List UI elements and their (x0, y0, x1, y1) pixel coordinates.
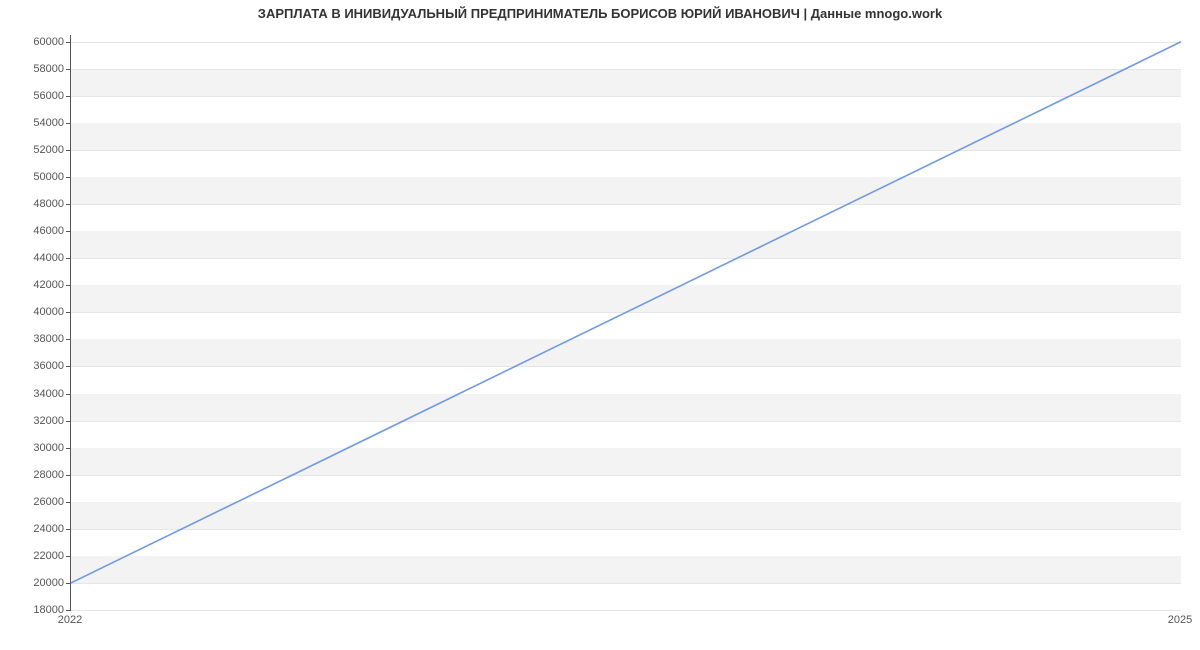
y-tick-label: 38000 (10, 333, 64, 345)
y-tick-label: 42000 (10, 279, 64, 291)
y-tick-label: 54000 (10, 117, 64, 129)
y-tick-mark (66, 502, 70, 503)
y-tick-mark (66, 366, 70, 367)
y-tick-label: 28000 (10, 469, 64, 481)
y-tick-mark (66, 285, 70, 286)
y-tick-mark (66, 421, 70, 422)
y-tick-label: 32000 (10, 415, 64, 427)
y-tick-mark (66, 448, 70, 449)
y-tick-mark (66, 556, 70, 557)
y-tick-mark (66, 177, 70, 178)
y-tick-mark (66, 123, 70, 124)
chart-container: ЗАРПЛАТА В ИНИВИДУАЛЬНЫЙ ПРЕДПРИНИМАТЕЛЬ… (0, 0, 1200, 650)
y-tick-mark (66, 583, 70, 584)
y-tick-label: 52000 (10, 144, 64, 156)
series-line (71, 42, 1181, 583)
data-line (71, 35, 1181, 610)
y-tick-mark (66, 394, 70, 395)
y-tick-label: 44000 (10, 252, 64, 264)
y-tick-label: 22000 (10, 550, 64, 562)
y-tick-mark (66, 204, 70, 205)
y-tick-mark (66, 312, 70, 313)
y-tick-mark (66, 610, 70, 611)
y-tick-mark (66, 150, 70, 151)
x-tick-label: 2022 (58, 614, 82, 626)
y-tick-mark (66, 258, 70, 259)
y-tick-label: 56000 (10, 90, 64, 102)
y-tick-label: 60000 (10, 36, 64, 48)
y-tick-label: 40000 (10, 306, 64, 318)
y-tick-mark (66, 42, 70, 43)
y-tick-label: 26000 (10, 496, 64, 508)
y-tick-mark (66, 69, 70, 70)
x-tick-label: 2025 (1168, 614, 1192, 626)
y-tick-label: 50000 (10, 171, 64, 183)
y-tick-label: 24000 (10, 523, 64, 535)
y-tick-mark (66, 475, 70, 476)
y-tick-mark (66, 96, 70, 97)
y-tick-label: 36000 (10, 360, 64, 372)
y-tick-label: 18000 (10, 604, 64, 616)
plot-area (70, 35, 1181, 611)
y-tick-label: 58000 (10, 63, 64, 75)
y-tick-mark (66, 339, 70, 340)
chart-title: ЗАРПЛАТА В ИНИВИДУАЛЬНЫЙ ПРЕДПРИНИМАТЕЛЬ… (0, 6, 1200, 21)
y-tick-mark (66, 231, 70, 232)
y-tick-label: 34000 (10, 388, 64, 400)
y-tick-label: 48000 (10, 198, 64, 210)
gridline (71, 610, 1181, 611)
y-tick-mark (66, 529, 70, 530)
y-tick-label: 20000 (10, 577, 64, 589)
y-tick-label: 30000 (10, 442, 64, 454)
y-tick-label: 46000 (10, 225, 64, 237)
